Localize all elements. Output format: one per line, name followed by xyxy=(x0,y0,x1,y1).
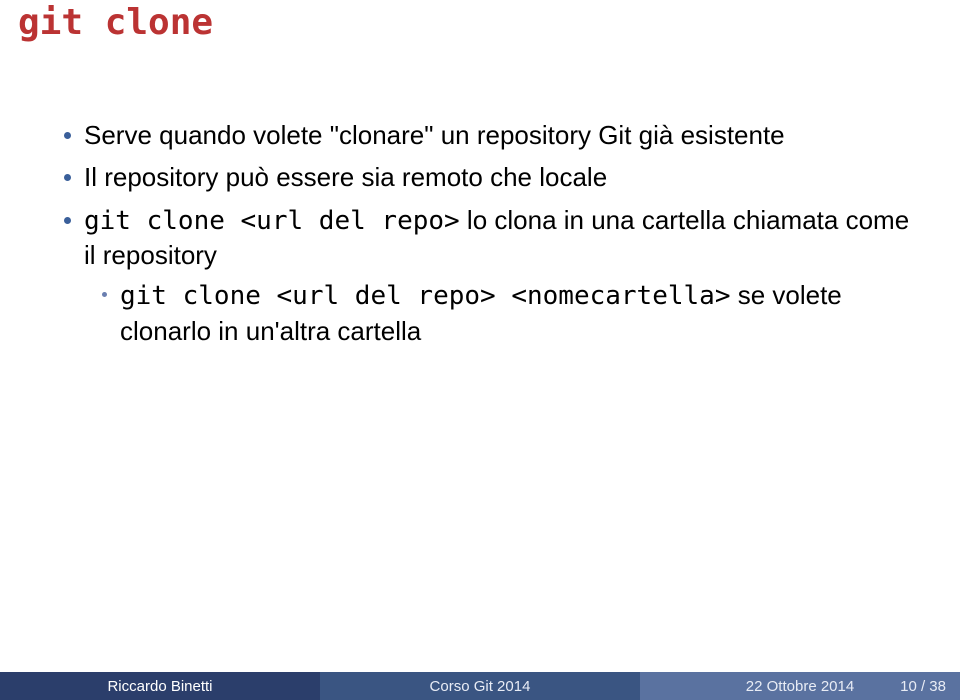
code-span: git clone <url del repo> <nomecartella> xyxy=(120,281,730,311)
bullet-item: git clone <url del repo> lo clona in una… xyxy=(58,203,920,348)
footer-center-text: Corso Git 2014 xyxy=(430,678,531,695)
footer-author-text: Riccardo Binetti xyxy=(107,678,212,695)
sub-bullet-item: git clone <url del repo> <nomecartella> … xyxy=(84,278,920,348)
bullet-list: Serve quando volete "clonare" un reposit… xyxy=(58,118,920,348)
slide-title: git clone xyxy=(0,0,960,43)
bullet-item: Il repository può essere sia remoto che … xyxy=(58,160,920,194)
footer-page-number: 10 / 38 xyxy=(900,678,946,695)
footer-date-text: 22 Ottobre 2014 xyxy=(746,678,854,695)
bullet-text: Il repository può essere sia remoto che … xyxy=(84,162,607,192)
title-text: git clone xyxy=(18,2,213,43)
bullet-item: Serve quando volete "clonare" un reposit… xyxy=(58,118,920,152)
bullet-text: Serve quando volete "clonare" un reposit… xyxy=(84,120,785,150)
slide: git clone Serve quando volete "clonare" … xyxy=(0,0,960,700)
footer-right: 22 Ottobre 2014 10 / 38 xyxy=(640,672,960,700)
slide-footer: Riccardo Binetti Corso Git 2014 22 Ottob… xyxy=(0,672,960,700)
footer-center: Corso Git 2014 xyxy=(320,672,640,700)
code-span: git clone <url del repo> xyxy=(84,206,460,236)
slide-body: Serve quando volete "clonare" un reposit… xyxy=(58,118,920,356)
sub-bullet-list: git clone <url del repo> <nomecartella> … xyxy=(84,278,920,348)
footer-author: Riccardo Binetti xyxy=(0,672,320,700)
